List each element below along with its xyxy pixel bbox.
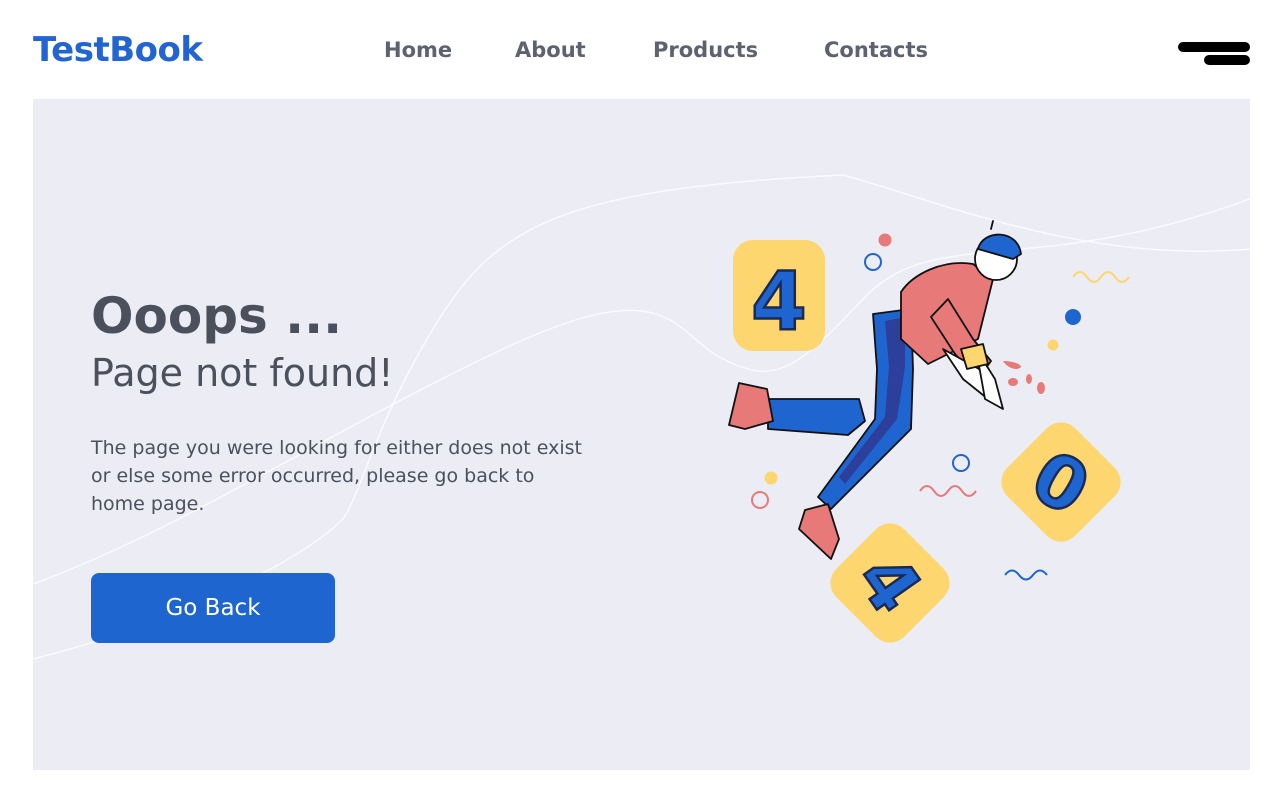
nav-link-contacts[interactable]: Contacts (824, 38, 928, 62)
digit-tile-4-bottom: 4 (830, 523, 950, 643)
404-illustration: 4 0 4 (728, 220, 1130, 643)
brand-logo[interactable]: TestBook (33, 30, 203, 70)
top-navbar: TestBook Home About Products Contacts (0, 0, 1280, 99)
digit-tile-0: 0 (1001, 422, 1121, 542)
nav-link-products[interactable]: Products (653, 38, 758, 62)
hamburger-bar-bottom (1204, 55, 1250, 65)
hamburger-menu-icon[interactable] (1176, 40, 1252, 68)
digit-tile-4-top: 4 (733, 240, 825, 351)
hamburger-bar-top (1178, 42, 1250, 52)
nav-link-about[interactable]: About (515, 38, 586, 62)
digit-tile-4-top-label: 4 (751, 255, 807, 348)
nav-link-home[interactable]: Home (384, 38, 452, 62)
error-hero-section: Ooops ... Page not found! The page you w… (33, 99, 1250, 770)
